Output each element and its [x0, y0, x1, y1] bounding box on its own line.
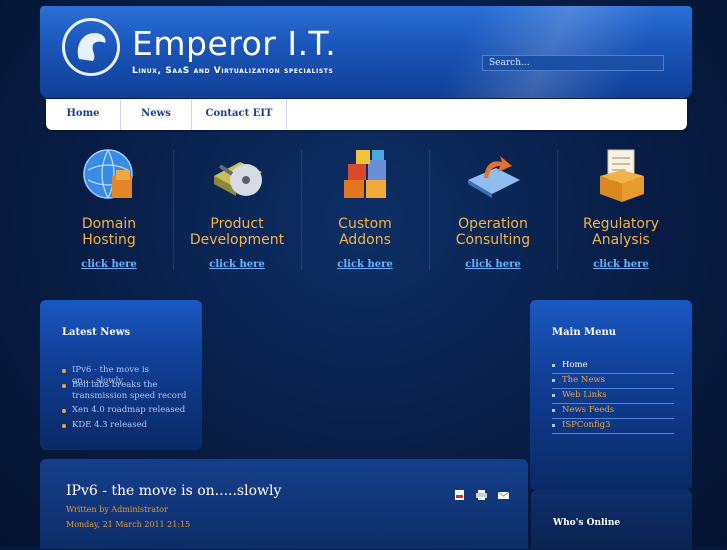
service-title: Custom Addons — [338, 216, 392, 248]
service-domain-hosting: Domain Hosting click here — [45, 140, 173, 280]
service-title: Domain Hosting — [81, 216, 137, 248]
bullet-icon — [552, 409, 555, 412]
main-menu-panel: Main Menu Home The News Web Links News F… — [530, 300, 692, 490]
menu-item-ispconfig3[interactable]: ISPConfig3 — [552, 418, 674, 434]
article-author: Written by Administrator — [66, 505, 168, 514]
site-header: Emperor I.T. Linux, SaaS and Virtualizat… — [40, 6, 692, 98]
news-item[interactable]: KDE 4.3 released — [62, 420, 192, 431]
article-tools — [454, 485, 515, 504]
nav-item-news[interactable]: News — [121, 99, 192, 130]
bullet-icon — [552, 394, 555, 397]
arrow-cycle-icon — [468, 156, 520, 198]
search-input[interactable] — [482, 55, 664, 71]
whos-online-title: Who's Online — [553, 518, 621, 528]
service-operation-consulting: Operation Consulting click here — [429, 140, 557, 280]
email-icon[interactable] — [497, 485, 510, 499]
latest-news-panel: Latest News IPv6 - the move is on.....sl… — [40, 300, 202, 450]
nav-item-home[interactable]: Home — [46, 99, 121, 130]
menu-item-home[interactable]: Home — [552, 358, 674, 374]
cd-tools-icon — [214, 162, 262, 196]
blocks-icon — [344, 150, 386, 198]
article-panel: IPv6 - the move is on.....slowly Written… — [40, 459, 528, 549]
bullet-icon — [552, 364, 555, 367]
bullet-icon — [552, 424, 555, 427]
service-link[interactable]: click here — [173, 259, 301, 270]
main-navbar: Home News Contact EIT — [46, 99, 687, 130]
service-link[interactable]: click here — [429, 259, 557, 270]
whos-online-panel: Who's Online — [531, 490, 692, 550]
news-item[interactable]: Xen 4.0 roadmap released — [62, 405, 192, 416]
latest-news-title: Latest News — [62, 327, 130, 338]
bullet-icon — [552, 379, 555, 382]
pdf-icon[interactable] — [454, 485, 465, 500]
menu-item-the-news[interactable]: The News — [552, 373, 674, 389]
bullet-icon — [62, 369, 66, 373]
news-item[interactable]: Bell labs breaks the transmission speed … — [62, 380, 192, 402]
print-icon[interactable] — [476, 485, 488, 500]
service-title: Regulatory Analysis — [582, 216, 660, 248]
services-row: Domain Hosting click here Product Developm… — [44, 140, 684, 280]
service-product-development: Product Development click here — [173, 140, 301, 280]
header-sheen — [372, 6, 692, 98]
globe-boxes-icon — [83, 149, 133, 199]
service-link[interactable]: click here — [301, 259, 429, 270]
site-title[interactable]: Emperor I.T. — [132, 24, 336, 63]
main-menu-title: Main Menu — [552, 327, 617, 338]
menu-item-news-feeds[interactable]: News Feeds — [552, 403, 674, 419]
bullet-icon — [62, 409, 66, 413]
service-regulatory-analysis: Regulatory Analysis click here — [557, 140, 685, 280]
file-box-icon — [600, 149, 644, 202]
service-custom-addons: Custom Addons click here — [301, 140, 429, 280]
article-date: Monday, 21 March 2011 21:15 — [66, 520, 191, 529]
menu-item-web-links[interactable]: Web Links — [552, 388, 674, 404]
bullet-icon — [62, 424, 66, 428]
logo-icon[interactable] — [62, 18, 120, 76]
site-tagline: Linux, SaaS and Virtualization specialis… — [132, 66, 334, 76]
article-title[interactable]: IPv6 - the move is on.....slowly — [66, 483, 281, 499]
service-link[interactable]: click here — [45, 259, 173, 270]
bullet-icon — [62, 384, 66, 388]
service-title: Product Development — [189, 216, 285, 248]
nav-item-contact[interactable]: Contact EIT — [192, 99, 287, 130]
service-link[interactable]: click here — [557, 259, 685, 270]
service-title: Operation Consulting — [455, 216, 531, 248]
